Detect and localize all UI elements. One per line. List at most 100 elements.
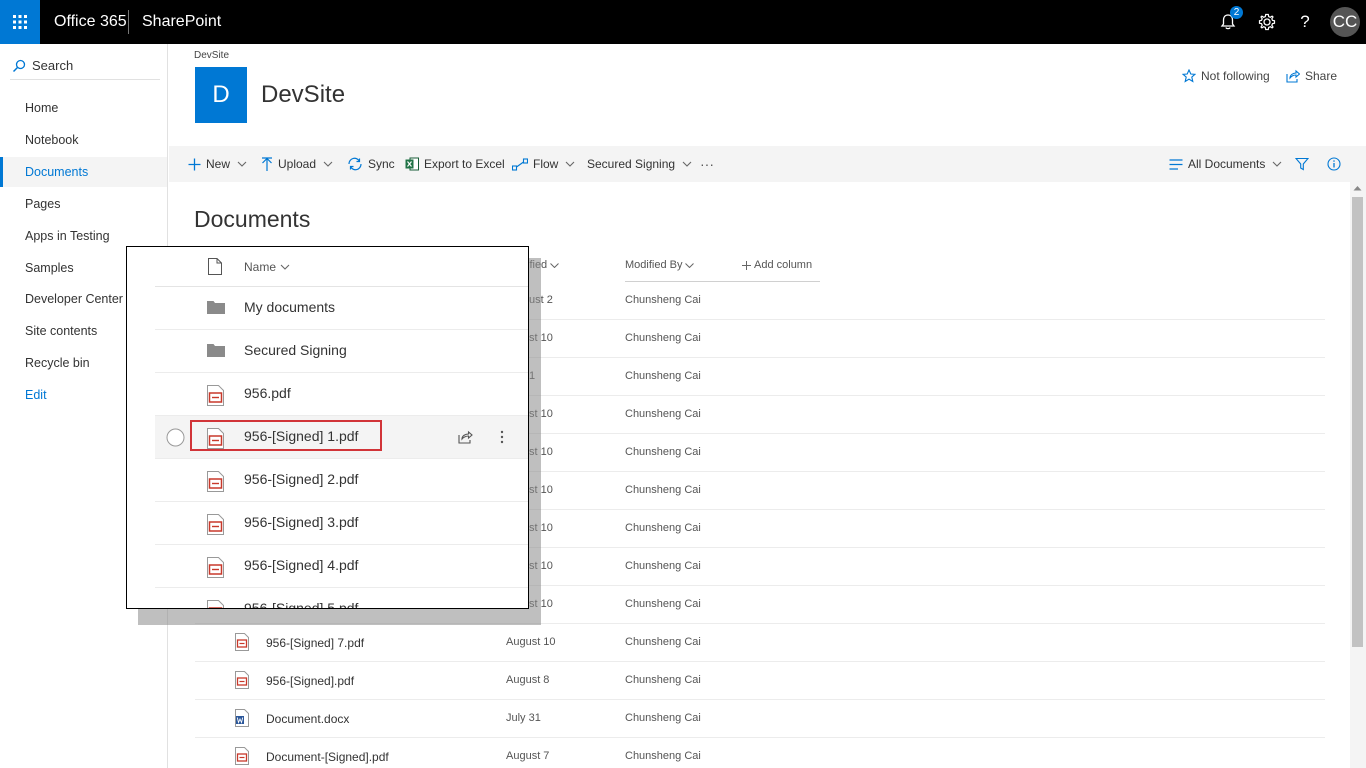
modified-by-cell[interactable]: Chunsheng Cai (625, 522, 701, 534)
site-logo[interactable]: D (195, 67, 247, 123)
file-name-link[interactable]: 956-[Signed] 5.pdf (244, 600, 358, 608)
follow-button[interactable]: Not following (1182, 67, 1270, 85)
file-name-link[interactable]: 956.pdf (244, 385, 291, 401)
help-button[interactable]: ? (1293, 10, 1317, 34)
follow-label: Not following (1201, 69, 1270, 83)
file-name-link[interactable]: 956-[Signed].pdf (266, 674, 354, 688)
folder-icon (207, 301, 225, 314)
pdf-file-icon (207, 557, 224, 578)
modified-by-cell[interactable]: Chunsheng Cai (625, 484, 701, 496)
flow-icon (512, 157, 528, 171)
secured-signing-label: Secured Signing (587, 157, 676, 171)
export-to-excel-button[interactable]: Export to Excel (405, 146, 505, 182)
list-item[interactable]: 956-[Signed] 5.pdf (155, 588, 528, 608)
scrollbar-thumb[interactable] (1352, 197, 1363, 647)
upload-icon (262, 156, 272, 171)
pdf-file-icon (207, 514, 224, 535)
list-item[interactable]: 956-[Signed] 4.pdf (155, 545, 528, 588)
breadcrumb[interactable]: DevSite (194, 50, 229, 61)
chevron-down-icon (1272, 161, 1282, 167)
pdf-file-icon (207, 385, 224, 406)
pdf-file-icon (235, 671, 249, 689)
file-name-link[interactable]: Document.docx (266, 712, 349, 726)
filter-button[interactable] (1295, 146, 1309, 182)
add-column-label: Add column (754, 259, 813, 271)
site-title[interactable]: DevSite (261, 81, 345, 109)
search-icon (12, 59, 26, 72)
modified-by-cell[interactable]: Chunsheng Cai (625, 712, 701, 724)
modified-by-cell[interactable]: Chunsheng Cai (625, 294, 701, 306)
folder-icon (207, 344, 225, 357)
new-button[interactable]: New (188, 146, 247, 182)
row-select-checkbox[interactable] (166, 428, 185, 447)
nav-item-home[interactable]: Home (0, 93, 167, 123)
upload-label: Upload (278, 157, 317, 171)
folder-name-link[interactable]: Secured Signing (244, 342, 347, 358)
plus-icon (742, 260, 751, 270)
view-switcher[interactable]: All Documents (1169, 146, 1282, 182)
nav-item-documents[interactable]: Documents (0, 157, 167, 187)
modified-by-cell[interactable]: Chunsheng Cai (625, 446, 701, 458)
chevron-down-icon (565, 161, 575, 167)
star-icon (1182, 69, 1196, 83)
view-label: All Documents (1188, 157, 1266, 171)
notifications-button[interactable]: 2 (1216, 6, 1243, 34)
plus-icon (188, 158, 201, 170)
more-actions-icon[interactable] (500, 430, 504, 444)
user-avatar[interactable]: CC (1330, 7, 1360, 37)
column-header-divider (625, 281, 820, 282)
settings-button[interactable] (1255, 10, 1279, 34)
scroll-up-arrow-icon[interactable] (1353, 185, 1362, 191)
app-launcher-button[interactable] (0, 0, 40, 44)
library-title: Documents (194, 206, 311, 232)
waffle-icon (13, 15, 27, 29)
sync-button[interactable]: Sync (347, 146, 395, 182)
share-site-button[interactable]: Share (1286, 67, 1337, 85)
gear-icon (1258, 13, 1276, 31)
upload-button[interactable]: Upload (261, 146, 333, 182)
share-label: Share (1305, 69, 1338, 83)
folder-name-link[interactable]: My documents (244, 299, 335, 315)
file-type-icon[interactable] (208, 258, 222, 275)
modified-by-cell[interactable]: Chunsheng Cai (625, 370, 701, 382)
info-pane-button[interactable] (1327, 146, 1341, 182)
file-name-link[interactable]: Document-[Signed].pdf (266, 750, 389, 764)
modified-by-cell[interactable]: Chunsheng Cai (625, 332, 701, 344)
chevron-down-icon (682, 161, 692, 167)
share-icon[interactable] (458, 430, 473, 444)
file-name-link[interactable]: 956-[Signed] 4.pdf (244, 557, 358, 573)
sharepoint-link[interactable]: SharePoint (142, 13, 221, 31)
search-box[interactable]: Search (10, 52, 160, 80)
list-item[interactable]: Secured Signing (155, 330, 528, 373)
modified-by-cell[interactable]: Chunsheng Cai (625, 598, 701, 610)
file-name-link[interactable]: 956-[Signed] 2.pdf (244, 471, 358, 487)
add-column-button[interactable]: Add column (742, 259, 812, 271)
nav-item-pages[interactable]: Pages (0, 189, 167, 219)
flow-button[interactable]: Flow (512, 146, 575, 182)
sync-label: Sync (368, 157, 395, 171)
secured-signing-button[interactable]: Secured Signing (587, 146, 692, 182)
office365-link[interactable]: Office 365 (54, 13, 127, 31)
list-item[interactable]: 956-[Signed] 2.pdf (155, 459, 528, 502)
list-item[interactable]: My documents (155, 287, 528, 330)
row-divider (195, 661, 1325, 662)
suite-divider (128, 10, 129, 34)
modified-by-cell[interactable]: Chunsheng Cai (625, 674, 701, 686)
nav-item-notebook[interactable]: Notebook (0, 125, 167, 155)
list-view-icon (1169, 158, 1183, 170)
modified-by-cell[interactable]: Chunsheng Cai (625, 408, 701, 420)
modified-by-cell[interactable]: Chunsheng Cai (625, 636, 701, 648)
modified-by-cell[interactable]: Chunsheng Cai (625, 560, 701, 572)
file-name-link[interactable]: 956-[Signed] 3.pdf (244, 514, 358, 530)
column-header-modified-by[interactable]: Modified By (625, 259, 695, 271)
file-name-link[interactable]: 956-[Signed] 7.pdf (266, 636, 364, 650)
modified-by-cell[interactable]: Chunsheng Cai (625, 750, 701, 762)
more-commands-button[interactable]: ··· (700, 146, 714, 182)
chevron-down-icon (323, 161, 333, 167)
list-item[interactable]: 956-[Signed] 3.pdf (155, 502, 528, 545)
chevron-down-icon (550, 262, 560, 268)
list-item[interactable]: 956.pdf (155, 373, 528, 416)
column-header-name[interactable]: Name (244, 260, 290, 274)
pdf-file-icon (235, 747, 249, 765)
pdf-file-icon (207, 471, 224, 492)
